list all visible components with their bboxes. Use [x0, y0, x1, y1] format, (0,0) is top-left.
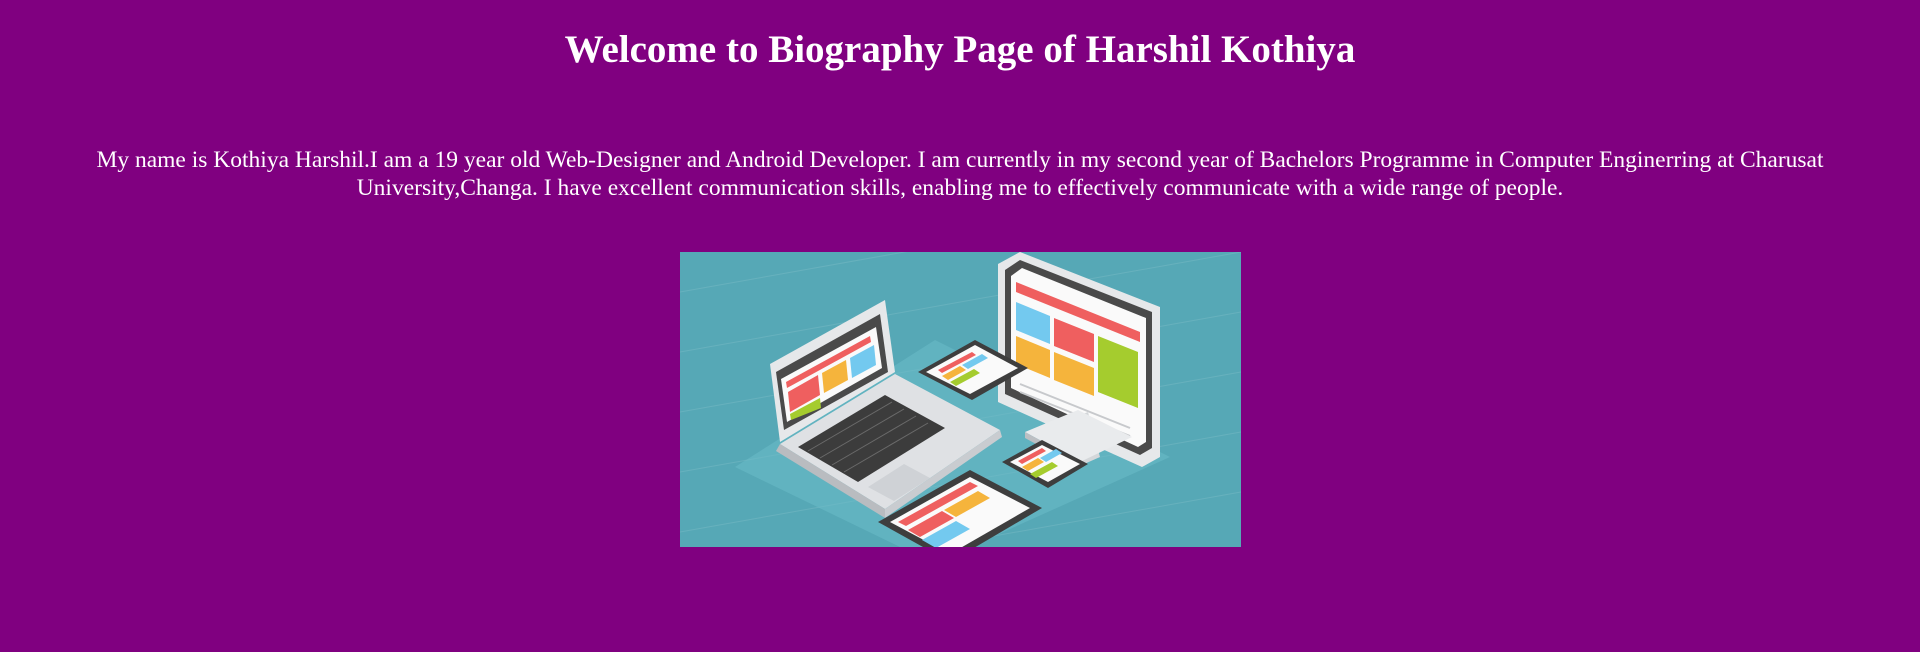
page-title: Welcome to Biography Page of Harshil Kot… [564, 28, 1356, 71]
responsive-devices-illustration [680, 252, 1241, 547]
biography-paragraph: My name is Kothiya Harshil.I am a 19 yea… [96, 147, 1824, 201]
